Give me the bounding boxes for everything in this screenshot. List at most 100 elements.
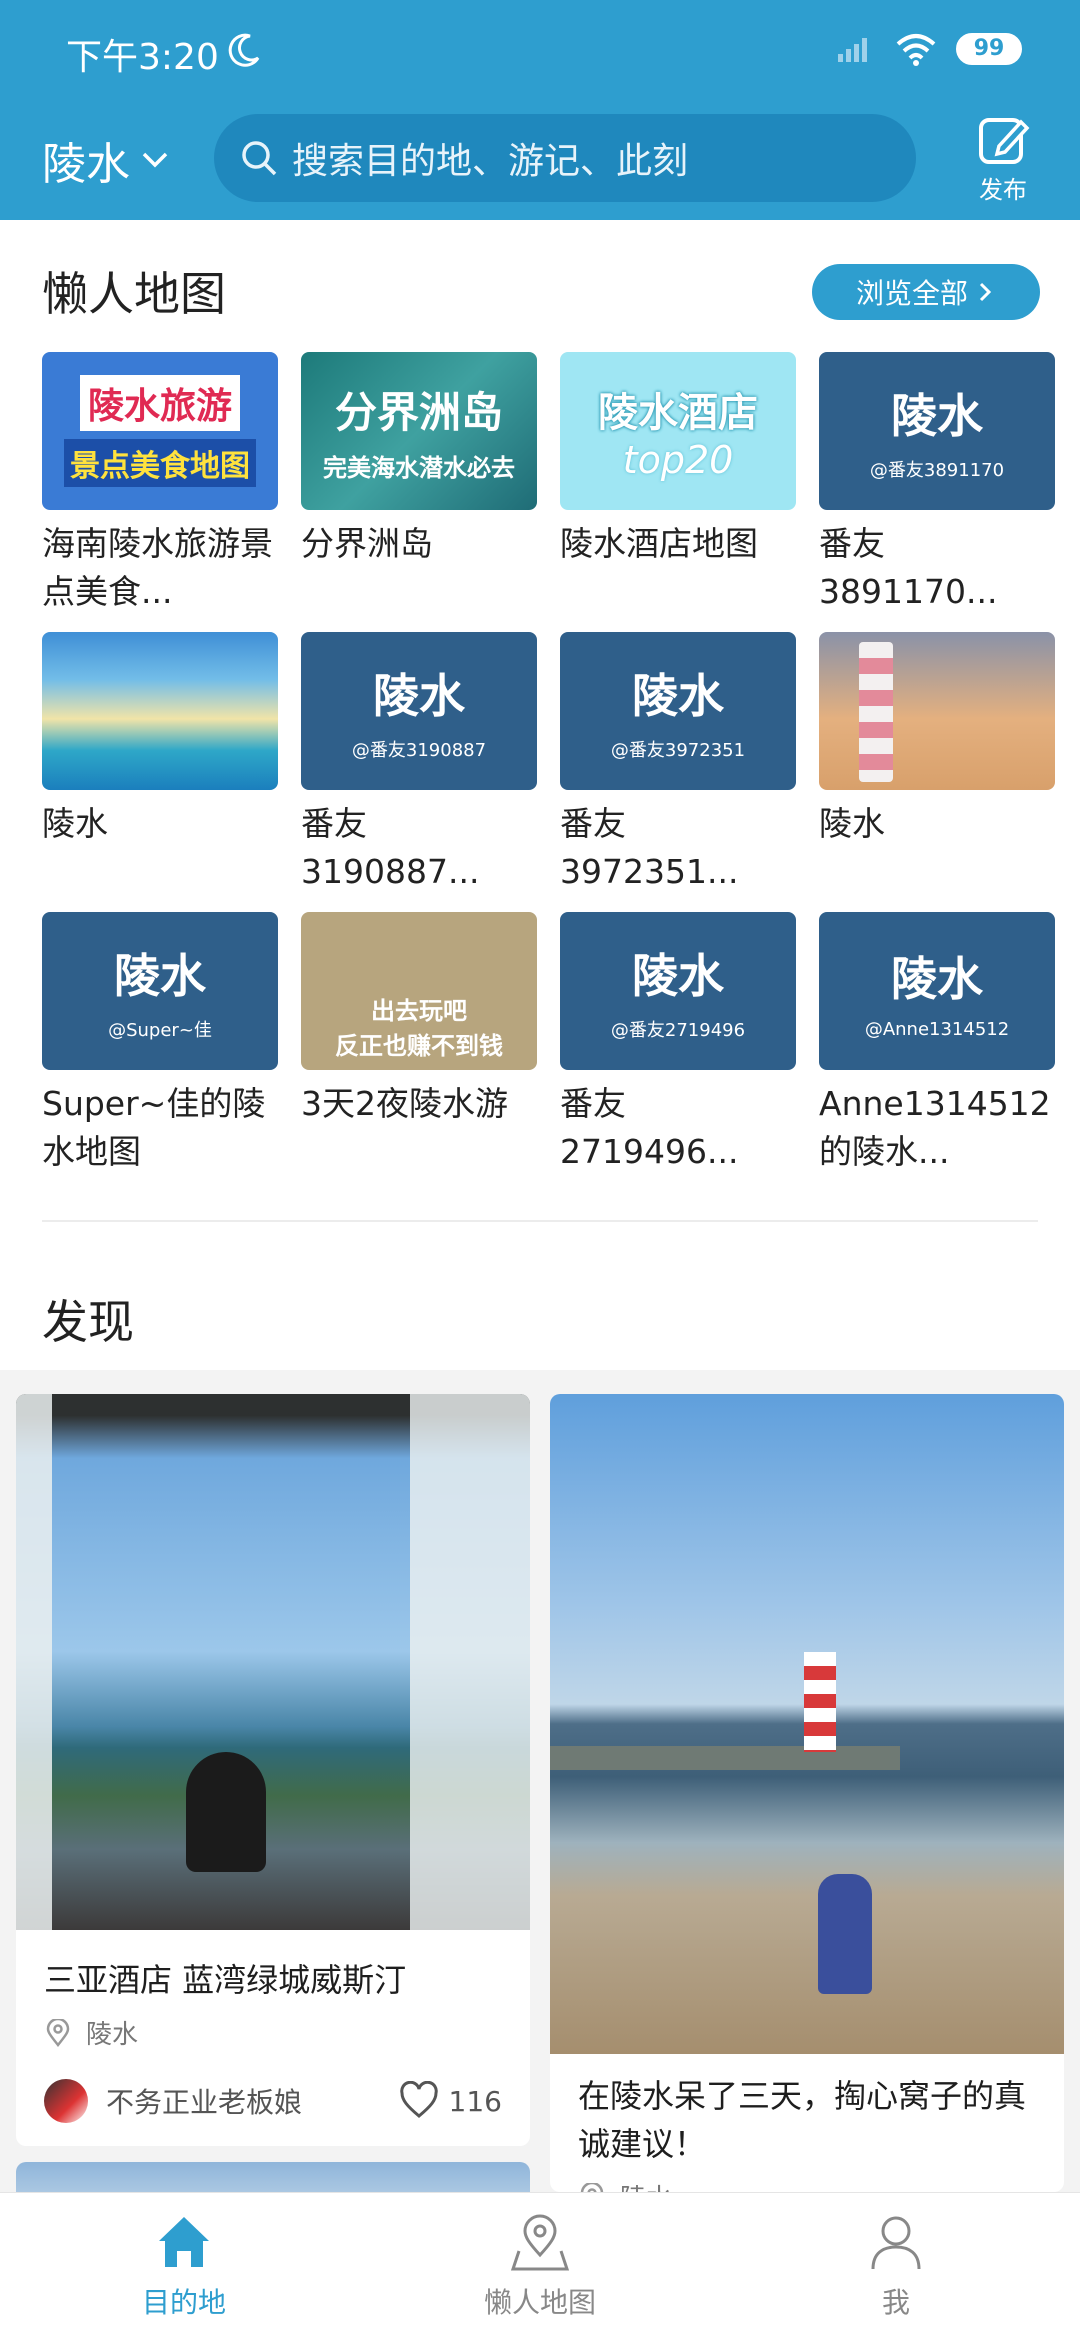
map-card[interactable]: 出去玩吧 反正也赚不到钱 3天2夜陵水游 — [301, 912, 537, 1182]
search-placeholder: 搜索目的地、游记、此刻 — [292, 141, 689, 182]
status-icons: 99 — [836, 32, 1022, 66]
feed-title: 在陵水呆了三天，掏心窝子的真诚建议！ — [578, 2077, 1027, 2163]
map-card[interactable]: 陵水 @番友3891170 番友3891170... — [819, 352, 1055, 622]
section-divider — [42, 1220, 1038, 1222]
moon-icon — [228, 33, 260, 67]
chevron-down-icon — [142, 152, 168, 168]
map-card-title: 陵水酒店地图 — [560, 524, 758, 563]
map-pin-icon — [510, 2214, 570, 2271]
map-thumbnail: 分界洲岛 完美海水潜水必去 — [301, 352, 537, 510]
thumb-line2: @番友2719496 — [610, 1020, 746, 1041]
search-input[interactable]: 搜索目的地、游记、此刻 — [214, 114, 916, 202]
thumb-line2: 反正也赚不到钱 — [335, 1032, 503, 1060]
section-title-lazy-map: 懒人地图 — [42, 267, 226, 321]
city-selector[interactable]: 陵水 — [42, 128, 172, 192]
map-card-title: 海南陵水旅游景点美食... — [42, 524, 273, 611]
thumb-line2: 景点美食地图 — [64, 439, 256, 487]
nav-lazy-map[interactable]: 懒人地图 — [440, 2211, 640, 2321]
thumb-line1: 陵水 — [373, 669, 465, 723]
thumb-line1: 出去玩吧 — [371, 997, 467, 1025]
nav-me[interactable]: 我 — [796, 2211, 996, 2321]
header-toolbar: 陵水 搜索目的地、游记、此刻 发布 — [0, 112, 1080, 204]
signal-icon — [838, 38, 867, 62]
wifi-icon — [896, 34, 936, 66]
section-title-discover: 发现 — [42, 1295, 134, 1349]
nav-label: 懒人地图 — [483, 2286, 596, 2319]
map-card[interactable]: 陵水 @番友2719496 番友2719496... — [560, 912, 796, 1182]
chevron-right-icon — [979, 282, 992, 302]
thumb-line2: @Anne1314512 — [864, 1018, 1010, 1040]
thumb-line2: @番友3972351 — [610, 740, 746, 761]
like-count: 116 — [448, 2084, 502, 2118]
map-card[interactable]: 陵水 @Anne1314512 Anne1314512的陵水... — [819, 912, 1055, 1182]
map-thumbnail — [42, 632, 278, 790]
lighthouse-image — [804, 1652, 836, 1752]
browse-all-label: 浏览全部 — [855, 277, 968, 310]
map-card-title: Anne1314512的陵水... — [819, 1084, 1051, 1171]
map-thumbnail: 陵水 @Anne1314512 — [819, 912, 1055, 1070]
feed-footer: 不务正业老板娘 116 — [16, 2079, 530, 2123]
map-card[interactable]: 陵水旅游 景点美食地图 海南陵水旅游景点美食... — [42, 352, 278, 622]
thumb-line1: 陵水 — [891, 389, 983, 443]
app-header: 下午3:20 99 陵水 搜索目的地、游记、此刻 发布 — [0, 0, 1080, 220]
location-label: 陵水 — [86, 2020, 139, 2050]
location-label: 陵水 — [620, 2178, 672, 2192]
thumb-line2: @番友3190887 — [351, 740, 487, 761]
bottom-nav: 目的地 懒人地图 我 — [0, 2192, 1080, 2340]
map-card-title: Super~佳的陵水地图 — [42, 1084, 266, 1171]
thumb-line1: 陵水 — [114, 949, 206, 1003]
feed-card[interactable]: 三亚酒店 蓝湾绿城威斯汀 陵水 不务正业老板娘 116 — [16, 1394, 530, 2146]
map-card[interactable]: 陵水 — [42, 632, 278, 902]
feed-location: 陵水 — [550, 2178, 1064, 2192]
edit-icon — [979, 118, 1030, 164]
map-card[interactable]: 陵水 @番友3190887 番友3190887... — [301, 632, 537, 902]
publish-label: 发布 — [979, 176, 1027, 204]
author-name[interactable]: 不务正业老板娘 — [106, 2081, 399, 2121]
status-time: 下午3:20 — [66, 37, 219, 78]
lighthouse-image — [859, 642, 893, 782]
map-card[interactable]: 陵水 @Super~佳 Super~佳的陵水地图 — [42, 912, 278, 1182]
map-card-title: 番友3891170... — [819, 524, 998, 611]
feed-title: 三亚酒店 蓝湾绿城威斯汀 — [44, 1961, 407, 1999]
person-figure — [186, 1752, 266, 1872]
map-thumbnail: 陵水 @Super~佳 — [42, 912, 278, 1070]
lazy-map-section: 懒人地图 浏览全部 陵水旅游 景点美食地图 海南陵水旅游景点美食... 分界洲岛… — [0, 220, 1080, 1370]
map-thumbnail: 陵水 @番友3972351 — [560, 632, 796, 790]
thumb-line2: top20 — [622, 438, 734, 482]
heart-icon[interactable] — [399, 2081, 439, 2121]
map-card-title: 3天2夜陵水游 — [301, 1084, 508, 1123]
avatar[interactable] — [44, 2079, 88, 2123]
publish-button[interactable]: 发布 — [968, 112, 1038, 204]
thumb-line1: 陵水旅游 — [79, 375, 240, 431]
thumb-line1: 陵水 — [632, 669, 724, 723]
battery-indicator: 99 — [956, 33, 1022, 65]
map-card-title: 分界洲岛 — [301, 524, 433, 563]
map-card[interactable]: 陵水 — [819, 632, 1055, 902]
map-thumbnail: 陵水 @番友2719496 — [560, 912, 796, 1070]
home-icon — [159, 2217, 209, 2267]
city-label: 陵水 — [42, 139, 130, 190]
pier-shape — [550, 1746, 900, 1770]
thumb-line1: 分界洲岛 — [334, 388, 503, 437]
map-card[interactable]: 陵水 @番友3972351 番友3972351... — [560, 632, 796, 902]
status-bar: 下午3:20 99 — [0, 0, 1080, 100]
feed-card[interactable]: 在陵水呆了三天，掏心窝子的真诚建议！ 陵水 — [550, 1394, 1064, 2192]
map-card-title: 番友2719496... — [560, 1084, 739, 1171]
nav-label: 我 — [881, 2286, 910, 2319]
map-thumbnail: 陵水 @番友3891170 — [819, 352, 1055, 510]
map-thumbnail — [819, 632, 1055, 790]
map-card-title: 陵水 — [42, 804, 108, 843]
person-figure — [818, 1874, 872, 1994]
search-icon — [242, 141, 277, 176]
thumb-line2: 完美海水潜水必去 — [323, 454, 515, 482]
map-card[interactable]: 陵水酒店 top20 陵水酒店地图 — [560, 352, 796, 622]
browse-all-button[interactable]: 浏览全部 — [812, 264, 1040, 320]
curtain-right — [410, 1394, 530, 1930]
location-pin-icon — [46, 2018, 70, 2047]
feed-location: 陵水 — [16, 2014, 530, 2051]
thumb-line2: @番友3891170 — [869, 460, 1005, 481]
nav-destination[interactable]: 目的地 — [84, 2211, 284, 2321]
map-card[interactable]: 分界洲岛 完美海水潜水必去 分界洲岛 — [301, 352, 537, 622]
map-thumbnail: 陵水旅游 景点美食地图 — [42, 352, 278, 510]
curtain-left — [16, 1394, 52, 1930]
